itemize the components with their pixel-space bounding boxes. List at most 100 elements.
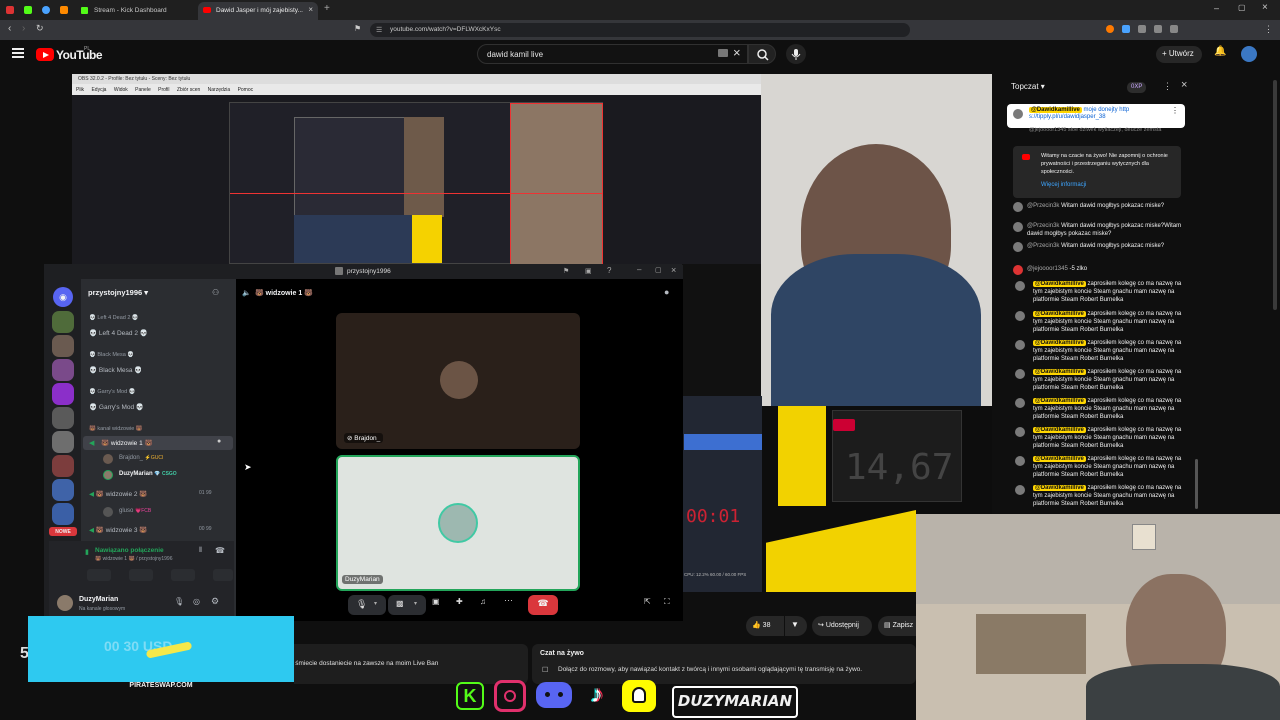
obs-menu-item[interactable]: Profil (158, 87, 169, 93)
soundboard-icon[interactable]: ♫ (480, 597, 486, 606)
chat-message[interactable]: @Dawidkamillive zaprosiłem kolegę co ma … (1011, 426, 1191, 450)
obs-menu-item[interactable]: Pomoc (238, 87, 254, 93)
voice-channel[interactable]: 💀 Garry's Mod 💀 (89, 403, 144, 411)
close-chat-icon[interactable]: × (1181, 79, 1187, 91)
noise-suppression-icon[interactable]: ⫴ (199, 547, 202, 555)
notice-link[interactable]: Więcej informacji (1041, 182, 1086, 188)
create-button[interactable]: + Utwórz (1156, 46, 1202, 63)
screen-icon[interactable]: ▣ (585, 267, 592, 275)
search-input[interactable]: dawid kamil live (477, 44, 748, 64)
share-button[interactable]: ↪ Udostępnij (812, 616, 872, 636)
chat-message[interactable]: @Przecin3k Witam dawid mogłbys pokazac m… (1011, 242, 1191, 252)
signal-icon[interactable]: ▮ (85, 548, 89, 556)
pinned-message[interactable]: @Dawidkamillive moje donejty http s://ti… (1007, 104, 1185, 128)
chat-message[interactable]: @Dawidkamillive zaprosiłem kolegę co ma … (1011, 310, 1191, 334)
url-field[interactable]: ☰ youtube.com/watch?v=DFLWXcKxYsc (370, 23, 910, 37)
user-name[interactable]: DuzyMarian (79, 596, 118, 603)
maximize-icon[interactable]: ▢ (655, 266, 662, 274)
settings-gear-icon[interactable]: ⚙ (211, 596, 219, 607)
back-icon[interactable]: ‹ (8, 23, 11, 34)
maximize-icon[interactable]: ▢ (1238, 3, 1246, 12)
discord-home-icon[interactable]: ◉ (53, 287, 73, 307)
camera-control[interactable]: ▩ ▾ (388, 595, 426, 615)
dislike-button[interactable]: ▼ (785, 616, 807, 636)
headphones-icon[interactable]: ◎ (193, 597, 200, 606)
chat-scrollbar[interactable] (1195, 459, 1198, 509)
chat-message[interactable]: @Dawidkamillive zaprosiłem kolegę co ma … (1011, 368, 1191, 392)
participant-tile-speaking[interactable]: DuzyMarian (336, 455, 580, 591)
popout-icon[interactable]: ⇱ (644, 597, 651, 606)
screen-share-button[interactable] (129, 569, 153, 581)
chat-message[interactable]: @Dawidkamillive zaprosiłem kolegę co ma … (1011, 339, 1191, 363)
keyboard-icon[interactable] (718, 49, 728, 57)
channel-category[interactable]: 💀 Left 4 Dead 2 💀 (89, 315, 139, 321)
voice-search-button[interactable] (786, 44, 806, 64)
screen-share-icon[interactable]: ▣ (432, 597, 440, 606)
voice-member[interactable]: DuzyMarian 💎 CSGO (119, 471, 177, 477)
chat-message[interactable]: @Dawidkamillive zaprosiłem kolegę co ma … (1011, 280, 1191, 304)
server-icon[interactable] (52, 503, 74, 525)
activities-icon[interactable]: ✚ (456, 597, 463, 606)
save-button[interactable]: ▤ Zapisz (878, 616, 916, 636)
search-button[interactable] (748, 44, 776, 64)
camera-off-button[interactable] (87, 569, 111, 581)
obs-menu-item[interactable]: Plik (76, 87, 84, 93)
hamburger-menu-icon[interactable] (12, 48, 24, 58)
page-scrollbar[interactable] (1273, 80, 1277, 310)
minimize-icon[interactable]: – (637, 265, 641, 274)
forward-icon[interactable]: › (22, 23, 25, 34)
chat-message[interactable]: @Dawidkamillive zaprosiłem kolegę co ma … (1011, 484, 1191, 508)
close-tab-icon[interactable]: × (308, 5, 313, 14)
chat-icon[interactable]: ● (664, 287, 669, 297)
channel-category[interactable]: 💀 Garry's Mod 💀 (89, 389, 136, 395)
chat-message[interactable]: @Dawidkamillive zaprosiłem kolegę co ma … (1011, 397, 1191, 421)
chat-message[interactable]: @Przecin3k Witam dawid mogłbys pokazac m… (1011, 202, 1191, 212)
server-icon[interactable] (52, 359, 74, 381)
server-icon[interactable] (52, 455, 74, 477)
server-name[interactable]: przystojny1996 ▾ (88, 288, 148, 297)
pinned-tab-icon[interactable] (42, 6, 50, 14)
extension-icon[interactable] (1170, 25, 1178, 33)
microphone-icon[interactable]: 🎙 (174, 597, 184, 606)
extension-icon[interactable] (1154, 25, 1162, 33)
inbox-icon[interactable]: ⚑ (563, 267, 569, 275)
points-badge[interactable]: 0XP (1127, 82, 1147, 93)
chat-bubble-icon[interactable]: ● (217, 438, 221, 445)
account-avatar[interactable] (1241, 46, 1257, 62)
youtube-logo-text[interactable]: YouTube (56, 48, 103, 62)
channel-category[interactable]: 💀 Black Mesa 💀 (89, 352, 134, 358)
new-tab-icon[interactable]: + (324, 3, 330, 14)
reload-icon[interactable]: ↻ (36, 23, 44, 34)
server-icon[interactable] (52, 335, 74, 357)
obs-menu-item[interactable]: Narzędzia (208, 87, 231, 93)
browser-menu-icon[interactable] (6, 6, 14, 14)
chat-message[interactable]: @jejoooor1345 -5 zlko (1011, 265, 1191, 275)
close-icon[interactable]: × (671, 265, 676, 275)
clear-search-icon[interactable]: × (733, 45, 741, 60)
help-icon[interactable]: ? (607, 266, 611, 275)
site-info-icon[interactable]: ☰ (376, 26, 382, 34)
obs-menu-item[interactable]: Edycja (91, 87, 106, 93)
voice-channel-active[interactable]: ◀ 🐻 widzowie 1 🐻 ● (83, 436, 233, 450)
fullscreen-icon[interactable]: ⛶ (664, 597, 670, 607)
voice-member[interactable]: gluso 💗FCB (119, 508, 151, 514)
disconnect-icon[interactable]: ☎ (215, 546, 225, 555)
voice-member[interactable]: Brajdon_ ⚡GUCI (119, 455, 163, 461)
pinned-tab-icon[interactable] (60, 6, 68, 14)
activities-button[interactable] (171, 569, 195, 581)
connection-channel[interactable]: 🐻 widzowie 1 🐻 / przystojny1996 (95, 556, 172, 562)
tab-kick-dashboard[interactable]: Stream - Kick Dashboard (76, 2, 196, 20)
add-member-icon[interactable]: ⚇ (212, 288, 219, 297)
extension-icon[interactable] (1122, 25, 1130, 33)
voice-channel[interactable]: 💀 Left 4 Dead 2 💀 (89, 329, 148, 337)
participant-tile[interactable]: ⊘ Brajdon_ (336, 313, 580, 449)
obs-menu-item[interactable]: Zbiór scen (177, 87, 200, 93)
chat-mode-dropdown[interactable]: Topczat ▾ (1011, 82, 1045, 91)
obs-menu-item[interactable]: Panele (135, 87, 151, 93)
browser-menu-dots-icon[interactable]: ⋮ (1264, 24, 1273, 35)
server-icon[interactable] (52, 311, 74, 333)
description-box[interactable]: i śmiecie dostaniecie na zawsze na moim … (282, 644, 528, 684)
tab-youtube[interactable]: Dawid Jasper i mój zajebisty... × (198, 2, 318, 20)
server-icon[interactable] (52, 407, 74, 429)
server-icon[interactable] (52, 383, 74, 405)
